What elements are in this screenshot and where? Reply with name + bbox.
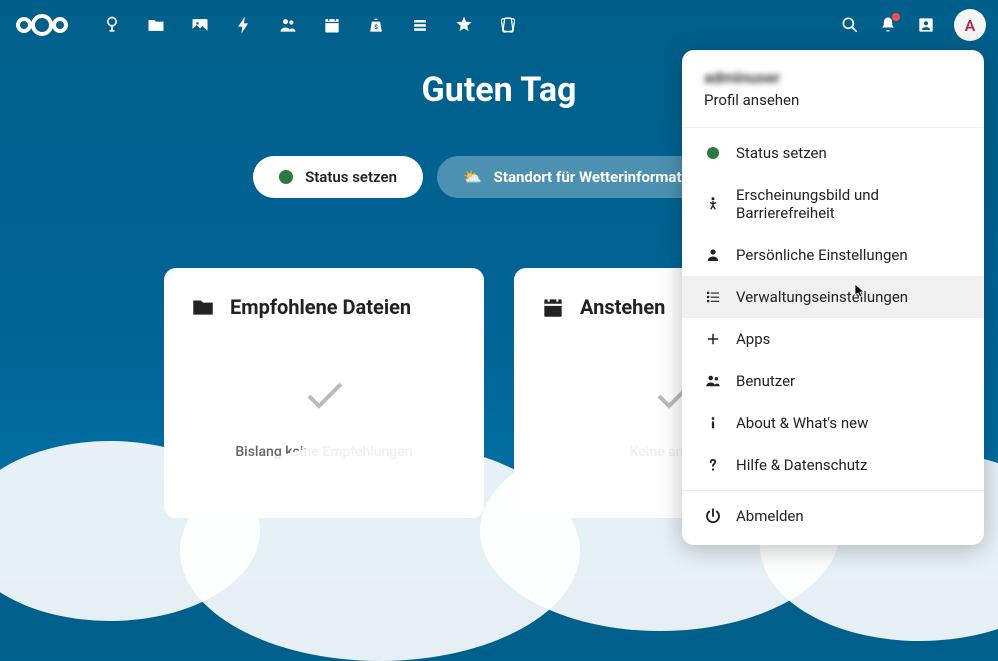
menu-label: Abmelden [736, 507, 804, 525]
files-icon[interactable] [146, 15, 166, 35]
calendar-icon [540, 294, 566, 320]
weather-icon: ⛅ [463, 168, 482, 186]
menu-item-logout[interactable]: Abmelden [682, 495, 984, 537]
menu-divider [682, 127, 984, 128]
search-icon[interactable] [840, 15, 860, 35]
users-icon [704, 372, 722, 390]
menu-label: Persönliche Einstellungen [736, 246, 908, 264]
menu-label: Apps [736, 330, 770, 348]
menu-label: Verwaltungseinstellungen [736, 288, 908, 306]
menu-item-appearance[interactable]: Erscheinungsbild und Barrierefreiheit [682, 174, 984, 234]
list-icon [704, 288, 722, 306]
menu-label: Hilfe & Datenschutz [736, 456, 867, 474]
menu-item-admin[interactable]: Verwaltungseinstellungen [682, 276, 984, 318]
plus-icon [704, 330, 722, 348]
avatar-initial: A [965, 16, 976, 35]
folder-icon [190, 294, 216, 320]
logo[interactable] [12, 10, 72, 40]
recommended-title: Empfohlene Dateien [230, 295, 411, 319]
info-icon [704, 414, 722, 432]
money-icon[interactable]: $ [366, 15, 386, 35]
mouse-cursor [852, 283, 868, 303]
menu-item-apps[interactable]: Apps [682, 318, 984, 360]
menu-item-status[interactable]: Status setzen [682, 132, 984, 174]
menu-label: Erscheinungsbild und Barrierefreiheit [736, 186, 962, 222]
photos-icon[interactable] [190, 15, 210, 35]
nav-icons: $ [92, 15, 840, 35]
calendar-icon[interactable] [322, 15, 342, 35]
set-status-label: Status setzen [305, 168, 397, 186]
deck-icon[interactable] [410, 15, 430, 35]
svg-text:$: $ [374, 23, 378, 31]
contacts-icon[interactable] [278, 15, 298, 35]
upcoming-title: Anstehen [580, 295, 665, 319]
dashboard-icon[interactable] [102, 15, 122, 35]
menu-item-help[interactable]: Hilfe & Datenschutz [682, 444, 984, 486]
notifications-icon[interactable] [878, 15, 898, 35]
cards-icon[interactable] [498, 15, 518, 35]
menu-divider [682, 490, 984, 491]
question-icon [704, 456, 722, 474]
accessibility-icon [704, 195, 722, 213]
menu-item-personal[interactable]: Persönliche Einstellungen [682, 234, 984, 276]
set-status-pill[interactable]: Status setzen [253, 156, 423, 198]
activity-icon[interactable] [234, 15, 254, 35]
bookmark-icon[interactable] [454, 15, 474, 35]
header-right: A [840, 9, 986, 41]
view-profile-link[interactable]: Profil ansehen [704, 91, 962, 109]
menu-item-about[interactable]: About & What's new [682, 402, 984, 444]
online-status-dot [707, 147, 719, 159]
online-status-dot [279, 170, 293, 184]
menu-label: Benutzer [736, 372, 795, 390]
menu-item-users[interactable]: Benutzer [682, 360, 984, 402]
menu-username: adminuser [704, 68, 962, 87]
avatar[interactable]: A [954, 9, 986, 41]
user-menu: adminuser Profil ansehen Status setzen E… [682, 50, 984, 545]
power-icon [704, 507, 722, 525]
menu-label: Status setzen [736, 144, 827, 162]
header-bar: $ A [0, 0, 998, 50]
menu-label: About & What's new [736, 414, 868, 432]
person-icon [704, 246, 722, 264]
contacts-menu-icon[interactable] [916, 15, 936, 35]
